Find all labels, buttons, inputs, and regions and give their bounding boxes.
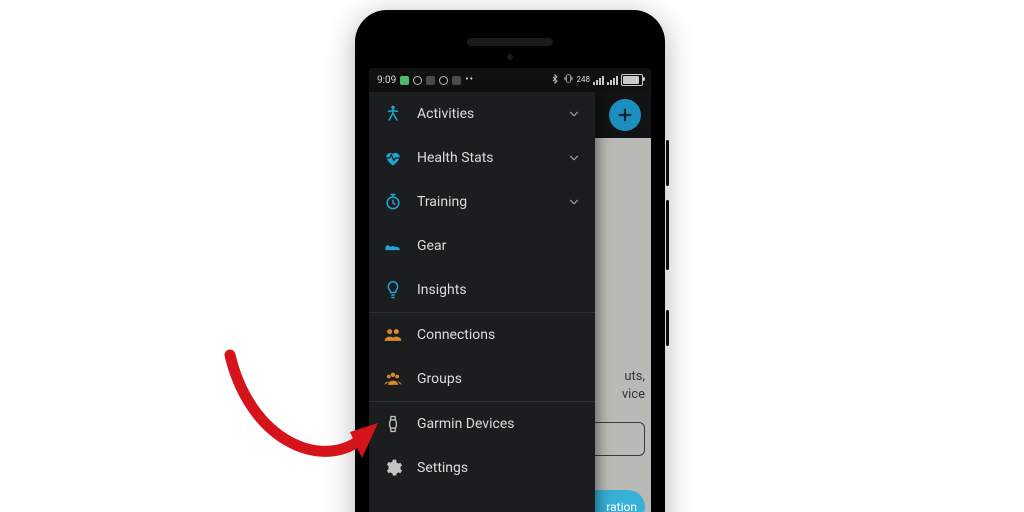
side-button: [666, 200, 669, 270]
groups-icon: [383, 369, 403, 389]
add-button[interactable]: [609, 99, 641, 131]
phone-frame: 9:09 •• 248: [355, 10, 665, 512]
signal-icon: [593, 75, 604, 85]
nav-item-connections[interactable]: Connections: [369, 313, 595, 357]
chevron-down-icon: [567, 151, 581, 165]
data-usage-text: 248: [577, 76, 591, 84]
nav-item-label: Activities: [417, 106, 553, 122]
vibrate-icon: [563, 73, 574, 87]
nav-item-settings[interactable]: Settings: [369, 446, 595, 490]
gear-shoe-icon: [383, 236, 403, 256]
settings-icon: [383, 458, 403, 478]
nav-item-label: Groups: [417, 371, 581, 387]
bluetooth-icon: [550, 74, 560, 87]
status-app-icon: [439, 76, 448, 85]
background-text-line: vice: [622, 386, 645, 404]
nav-item-label: Insights: [417, 282, 581, 298]
status-time: 9:09: [377, 75, 396, 86]
stage: 9:09 •• 248: [0, 0, 1024, 512]
watch-icon: [383, 414, 403, 434]
activities-icon: [383, 104, 403, 124]
more-status-icon: ••: [465, 75, 474, 85]
connections-icon: [383, 325, 403, 345]
side-button: [666, 140, 669, 186]
side-button: [666, 310, 669, 346]
background-outline-button[interactable]: [587, 422, 645, 456]
background-text: uts, vice: [622, 368, 645, 404]
nav-item-label: Training: [417, 194, 553, 210]
status-app-icon: [413, 76, 422, 85]
facebook-status-icon: [426, 76, 435, 85]
nav-item-training[interactable]: Training: [369, 180, 595, 224]
background-pill-label: ration: [606, 500, 637, 512]
nav-item-gear[interactable]: Gear: [369, 224, 595, 268]
nav-drawer: Activities Health Stats Training: [369, 92, 595, 512]
nav-item-activities[interactable]: Activities: [369, 92, 595, 136]
linkedin-status-icon: [452, 76, 461, 85]
health-icon: [383, 148, 403, 168]
nav-item-label: Garmin Devices: [417, 416, 581, 432]
nav-item-health-stats[interactable]: Health Stats: [369, 136, 595, 180]
status-bar: 9:09 •• 248: [369, 68, 651, 92]
plus-icon: [616, 106, 634, 124]
insights-icon: [383, 280, 403, 300]
status-app-icon: [400, 76, 409, 85]
speaker-grille: [467, 38, 553, 46]
training-icon: [383, 192, 403, 212]
battery-icon: [621, 74, 643, 86]
nav-item-label: Connections: [417, 327, 581, 343]
nav-item-garmin-devices[interactable]: Garmin Devices: [369, 402, 595, 446]
background-text-line: uts,: [622, 368, 645, 386]
nav-item-insights[interactable]: Insights: [369, 268, 595, 312]
nav-item-groups[interactable]: Groups: [369, 357, 595, 401]
chevron-down-icon: [567, 195, 581, 209]
phone-screen: 9:09 •• 248: [369, 68, 651, 512]
signal-icon: [607, 75, 618, 85]
nav-item-label: Settings: [417, 460, 581, 476]
front-camera: [507, 54, 513, 60]
nav-item-label: Health Stats: [417, 150, 553, 166]
nav-item-label: Gear: [417, 238, 581, 254]
chevron-down-icon: [567, 107, 581, 121]
